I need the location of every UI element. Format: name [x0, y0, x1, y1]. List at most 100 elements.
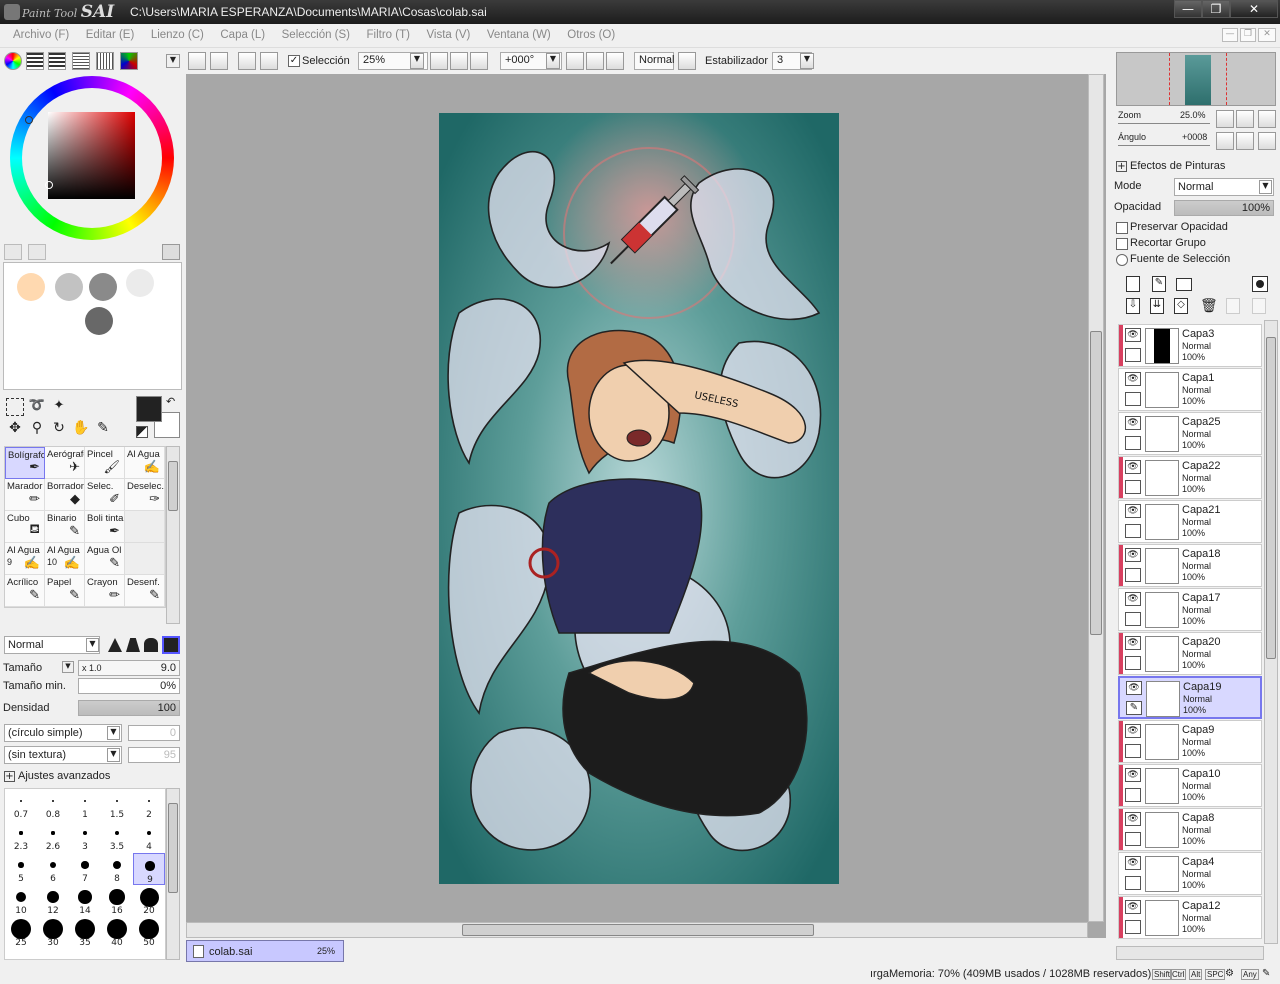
- eye-icon[interactable]: 👁: [1125, 504, 1141, 518]
- tool-pincel[interactable]: Pincel 🖌: [85, 447, 125, 479]
- layer-lock-checkbox[interactable]: [1125, 348, 1141, 362]
- navigator-preview[interactable]: [1116, 52, 1276, 106]
- layer-item[interactable]: 👁 Capa21 Normal 100%: [1118, 500, 1262, 543]
- layer-item[interactable]: 👁 Capa25 Normal 100%: [1118, 412, 1262, 455]
- swatch-grid-icon[interactable]: [96, 52, 114, 70]
- tool-deselec-[interactable]: Deselec. ✑: [125, 479, 165, 511]
- tool-aerógrafo[interactable]: Aerógrafo ✈: [45, 447, 85, 479]
- menu-seleccion[interactable]: Selección (S): [282, 29, 350, 41]
- lasso-icon[interactable]: ➰: [28, 398, 46, 416]
- tool-grid-scrollbar[interactable]: [166, 446, 180, 624]
- brush-shape-flat-icon[interactable]: [162, 636, 180, 654]
- canvas-vscrollbar[interactable]: [1088, 74, 1104, 922]
- brush-shape-round-icon[interactable]: [144, 638, 158, 652]
- tool-borrador[interactable]: Borrador ◆: [45, 479, 85, 511]
- swatch-gray[interactable]: [89, 273, 117, 301]
- brush-size-3.5[interactable]: 3.5: [101, 821, 133, 853]
- layer-lock-checkbox[interactable]: [1125, 788, 1141, 802]
- swatch-add-icon[interactable]: [4, 244, 22, 260]
- layer-lock-checkbox[interactable]: [1125, 436, 1141, 450]
- nav-rotate-right-icon[interactable]: [1236, 132, 1254, 150]
- layer-lock-checkbox[interactable]: [1125, 612, 1141, 626]
- merge-down-icon[interactable]: ⇊: [1150, 298, 1164, 314]
- redo-icon[interactable]: [210, 52, 228, 70]
- tool-desenf-[interactable]: Desenf. ✎: [125, 575, 165, 607]
- chevron-down-icon[interactable]: ▼: [62, 661, 74, 673]
- layer-lock-checkbox[interactable]: [1125, 656, 1141, 670]
- layer-item[interactable]: 👁 Capa3 Normal 100%: [1118, 324, 1262, 367]
- eyedropper-icon[interactable]: ✎: [94, 420, 112, 438]
- menu-filtro[interactable]: Filtro (T): [367, 29, 410, 41]
- ajustes-avanzados-toggle[interactable]: Ajustes avanzados: [18, 770, 110, 782]
- rotate-reset-icon[interactable]: [606, 52, 624, 70]
- brush-size-2.6[interactable]: 2.6: [37, 821, 69, 853]
- eye-icon[interactable]: 👁: [1125, 768, 1141, 782]
- mdi-close-button[interactable]: ✕: [1258, 28, 1276, 42]
- brush-texture-select[interactable]: (sin textura): [4, 746, 122, 764]
- sv-cursor[interactable]: [45, 181, 53, 189]
- chevron-down-icon[interactable]: ▼: [107, 748, 120, 762]
- primary-color-front[interactable]: [136, 396, 162, 422]
- new-layer-icon[interactable]: [1126, 276, 1140, 292]
- layer-lock-checkbox[interactable]: ✎: [1126, 701, 1142, 715]
- densidad-slider[interactable]: 100: [78, 700, 180, 716]
- layer-item[interactable]: 👁 Capa12 Normal 100%: [1118, 896, 1262, 939]
- tool-selec-[interactable]: Selec. ✐: [85, 479, 125, 511]
- swatch-list-icon[interactable]: [72, 52, 90, 70]
- tool-boli-tinta[interactable]: Boli tinta ✒: [85, 511, 125, 543]
- artwork-canvas[interactable]: USELESS: [439, 103, 839, 884]
- tool-marador[interactable]: Marador ✏: [5, 479, 45, 511]
- brush-size-16[interactable]: 16: [101, 885, 133, 917]
- undo-icon[interactable]: [188, 52, 206, 70]
- brush-size-8[interactable]: 8: [101, 853, 133, 885]
- layer-lock-checkbox[interactable]: [1125, 524, 1141, 538]
- zoom-in-icon[interactable]: [450, 52, 468, 70]
- brush-size-20[interactable]: 20: [133, 885, 165, 917]
- tool-al-agua[interactable]: Al Agua 10 ✍: [45, 543, 85, 575]
- layer-lock-checkbox[interactable]: [1125, 392, 1141, 406]
- rotate-right-icon[interactable]: [586, 52, 604, 70]
- brush-size-14[interactable]: 14: [69, 885, 101, 917]
- layer-item[interactable]: 👁 Capa20 Normal 100%: [1118, 632, 1262, 675]
- hue-cursor[interactable]: [25, 116, 33, 124]
- reset-colors-icon[interactable]: [136, 426, 148, 438]
- tool-agua-ol[interactable]: Agua Ol ✎: [85, 543, 125, 575]
- mdi-minimize-button[interactable]: —: [1222, 28, 1238, 42]
- layer-lock-checkbox[interactable]: [1125, 568, 1141, 582]
- tool-papel[interactable]: Papel ✎: [45, 575, 85, 607]
- new-folder-icon[interactable]: [1176, 278, 1192, 291]
- brush-shape-medium-icon[interactable]: [126, 638, 140, 652]
- brush-size-10[interactable]: 10: [5, 885, 37, 917]
- nav-rotate-left-icon[interactable]: [1216, 132, 1234, 150]
- layer-lock-checkbox[interactable]: [1125, 832, 1141, 846]
- zoom-reset-icon[interactable]: [470, 52, 488, 70]
- brush-size-40[interactable]: 40: [101, 917, 133, 949]
- eye-icon[interactable]: 👁: [1125, 416, 1141, 430]
- brush-shape-strength[interactable]: 0: [128, 725, 180, 741]
- brush-shape-select[interactable]: (círculo simple): [4, 724, 122, 742]
- brush-size-scrollbar[interactable]: [166, 788, 180, 960]
- mdi-restore-button[interactable]: ❐: [1240, 28, 1256, 42]
- zoom-out-icon[interactable]: [430, 52, 448, 70]
- menu-vista[interactable]: Vista (V): [426, 29, 470, 41]
- eye-icon[interactable]: 👁: [1125, 856, 1141, 870]
- deselect-icon[interactable]: [238, 52, 256, 70]
- chevron-down-icon[interactable]: ▼: [86, 638, 99, 652]
- brush-texture-strength[interactable]: 95: [128, 747, 180, 763]
- chevron-down-icon[interactable]: ▼: [546, 53, 560, 69]
- chevron-down-icon[interactable]: ▼: [800, 53, 814, 69]
- transfer-down-icon[interactable]: ⇩: [1126, 298, 1140, 314]
- layer-item[interactable]: 👁 Capa18 Normal 100%: [1118, 544, 1262, 587]
- swatch-white-gray[interactable]: [126, 269, 154, 297]
- rotate-icon[interactable]: ↻: [50, 420, 68, 438]
- maximize-button[interactable]: ❐: [1202, 0, 1230, 18]
- hsv-slider-icon[interactable]: [48, 52, 66, 70]
- magic-wand-icon[interactable]: ✦: [50, 398, 68, 416]
- layer-lock-checkbox[interactable]: [1125, 876, 1141, 890]
- brush-size-2[interactable]: 2: [133, 789, 165, 821]
- nav-rotate-reset-icon[interactable]: [1258, 132, 1276, 150]
- app-icon[interactable]: [4, 4, 20, 20]
- opacidad-slider[interactable]: 100%: [1174, 200, 1274, 216]
- layer-item[interactable]: 👁 Capa8 Normal 100%: [1118, 808, 1262, 851]
- tool-al-agua[interactable]: Al Agua ✍: [125, 447, 165, 479]
